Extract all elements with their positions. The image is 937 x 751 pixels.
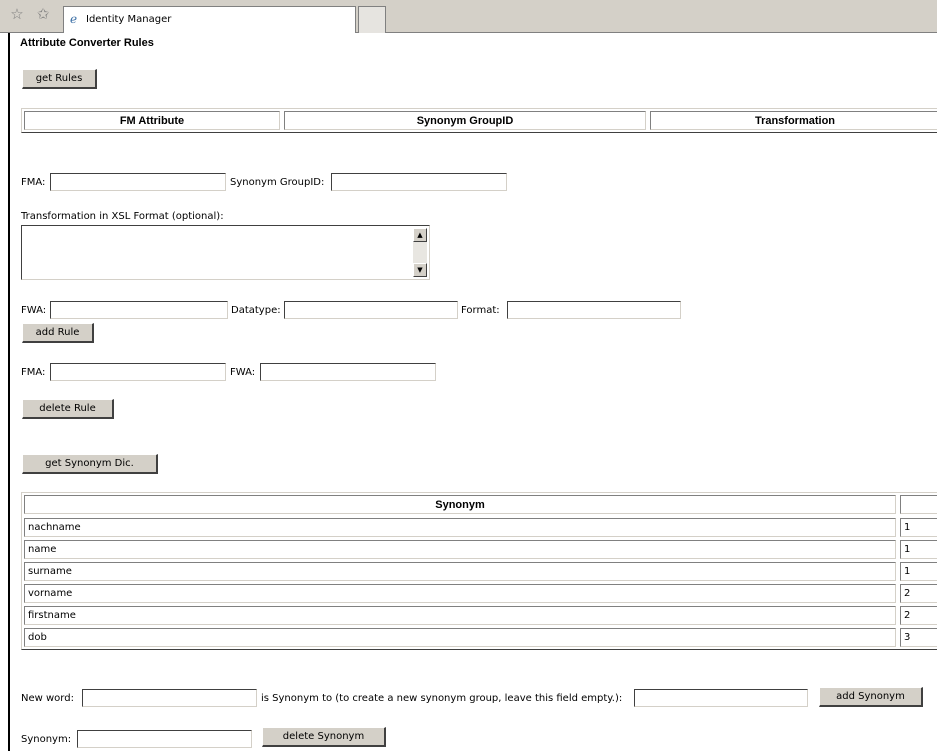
synonym-table: Synonym nachname 1 name 1 surname 1 vorn…: [21, 492, 937, 650]
synonym-row-group: 1: [900, 518, 937, 537]
synonym-header: Synonym: [24, 495, 896, 514]
format-input[interactable]: [507, 301, 681, 319]
fma-label: FMA:: [21, 177, 46, 188]
synonym-group-header: [900, 495, 937, 514]
rules-table: FM Attribute Synonym GroupID Transformat…: [21, 108, 937, 133]
rules-header-transformation: Transformation: [650, 111, 937, 130]
fwa-input[interactable]: [50, 301, 228, 319]
synonym-row-word: nachname: [24, 518, 896, 537]
synonym-row-group: 1: [900, 540, 937, 559]
transformation-textarea[interactable]: ▲ ▼: [21, 225, 430, 280]
format-label: Format:: [461, 305, 500, 316]
synonym-row-word: firstname: [24, 606, 896, 625]
delete-fwa-label: FWA:: [230, 367, 256, 378]
scroll-up-icon[interactable]: ▲: [413, 228, 427, 242]
browser-tab-bar: ☆ ✩ ℯ Identity Manager: [0, 0, 937, 33]
add-rule-button[interactable]: add Rule: [22, 323, 94, 343]
synonym-row-word: name: [24, 540, 896, 559]
browser-tab-title: Identity Manager: [86, 14, 172, 25]
synonym-groupid-label: Synonym GroupID:: [230, 177, 325, 188]
datatype-label: Datatype:: [231, 305, 281, 316]
new-word-label: New word:: [21, 693, 74, 704]
browser-tab[interactable]: ℯ Identity Manager: [63, 6, 356, 33]
synonym-row-group: 3: [900, 628, 937, 647]
synonym-row-word: dob: [24, 628, 896, 647]
synonym-to-input[interactable]: [634, 689, 808, 707]
delete-fwa-input[interactable]: [260, 363, 436, 381]
synonym-groupid-input[interactable]: [331, 173, 507, 191]
textarea-scrollbar[interactable]: ▲ ▼: [413, 228, 427, 277]
synonym-row-group: 2: [900, 584, 937, 603]
page-content: Attribute Converter Rules get Rules FM A…: [8, 33, 937, 751]
fwa-label: FWA:: [21, 305, 47, 316]
datatype-input[interactable]: [284, 301, 458, 319]
synonym-row-word: surname: [24, 562, 896, 581]
synonym-label: Synonym:: [21, 734, 72, 745]
ie-page-icon: ℯ: [70, 12, 78, 26]
delete-synonym-input[interactable]: [77, 730, 252, 748]
transformation-label: Transformation in XSL Format (optional):: [21, 211, 224, 222]
page-title: Attribute Converter Rules: [20, 37, 154, 49]
get-rules-button[interactable]: get Rules: [22, 69, 97, 89]
delete-fma-input[interactable]: [50, 363, 226, 381]
synonym-row-group: 2: [900, 606, 937, 625]
add-favorite-icon[interactable]: ✩: [35, 6, 51, 22]
rules-header-synonym-groupid: Synonym GroupID: [284, 111, 646, 130]
scroll-down-icon[interactable]: ▼: [413, 263, 427, 277]
delete-synonym-button[interactable]: delete Synonym: [262, 727, 386, 747]
fma-input[interactable]: [50, 173, 226, 191]
delete-fma-label: FMA:: [21, 367, 46, 378]
synonym-row-word: vorname: [24, 584, 896, 603]
get-synonym-dic-button[interactable]: get Synonym Dic.: [22, 454, 158, 474]
delete-rule-button[interactable]: delete Rule: [22, 399, 114, 419]
rules-header-fm-attribute: FM Attribute: [24, 111, 280, 130]
synonym-row-group: 1: [900, 562, 937, 581]
new-word-input[interactable]: [82, 689, 257, 707]
is-synonym-label: is Synonym to (to create a new synonym g…: [261, 693, 623, 704]
add-synonym-button[interactable]: add Synonym: [819, 687, 923, 707]
new-tab-button[interactable]: [358, 6, 386, 33]
star-icon[interactable]: ☆: [9, 6, 25, 22]
